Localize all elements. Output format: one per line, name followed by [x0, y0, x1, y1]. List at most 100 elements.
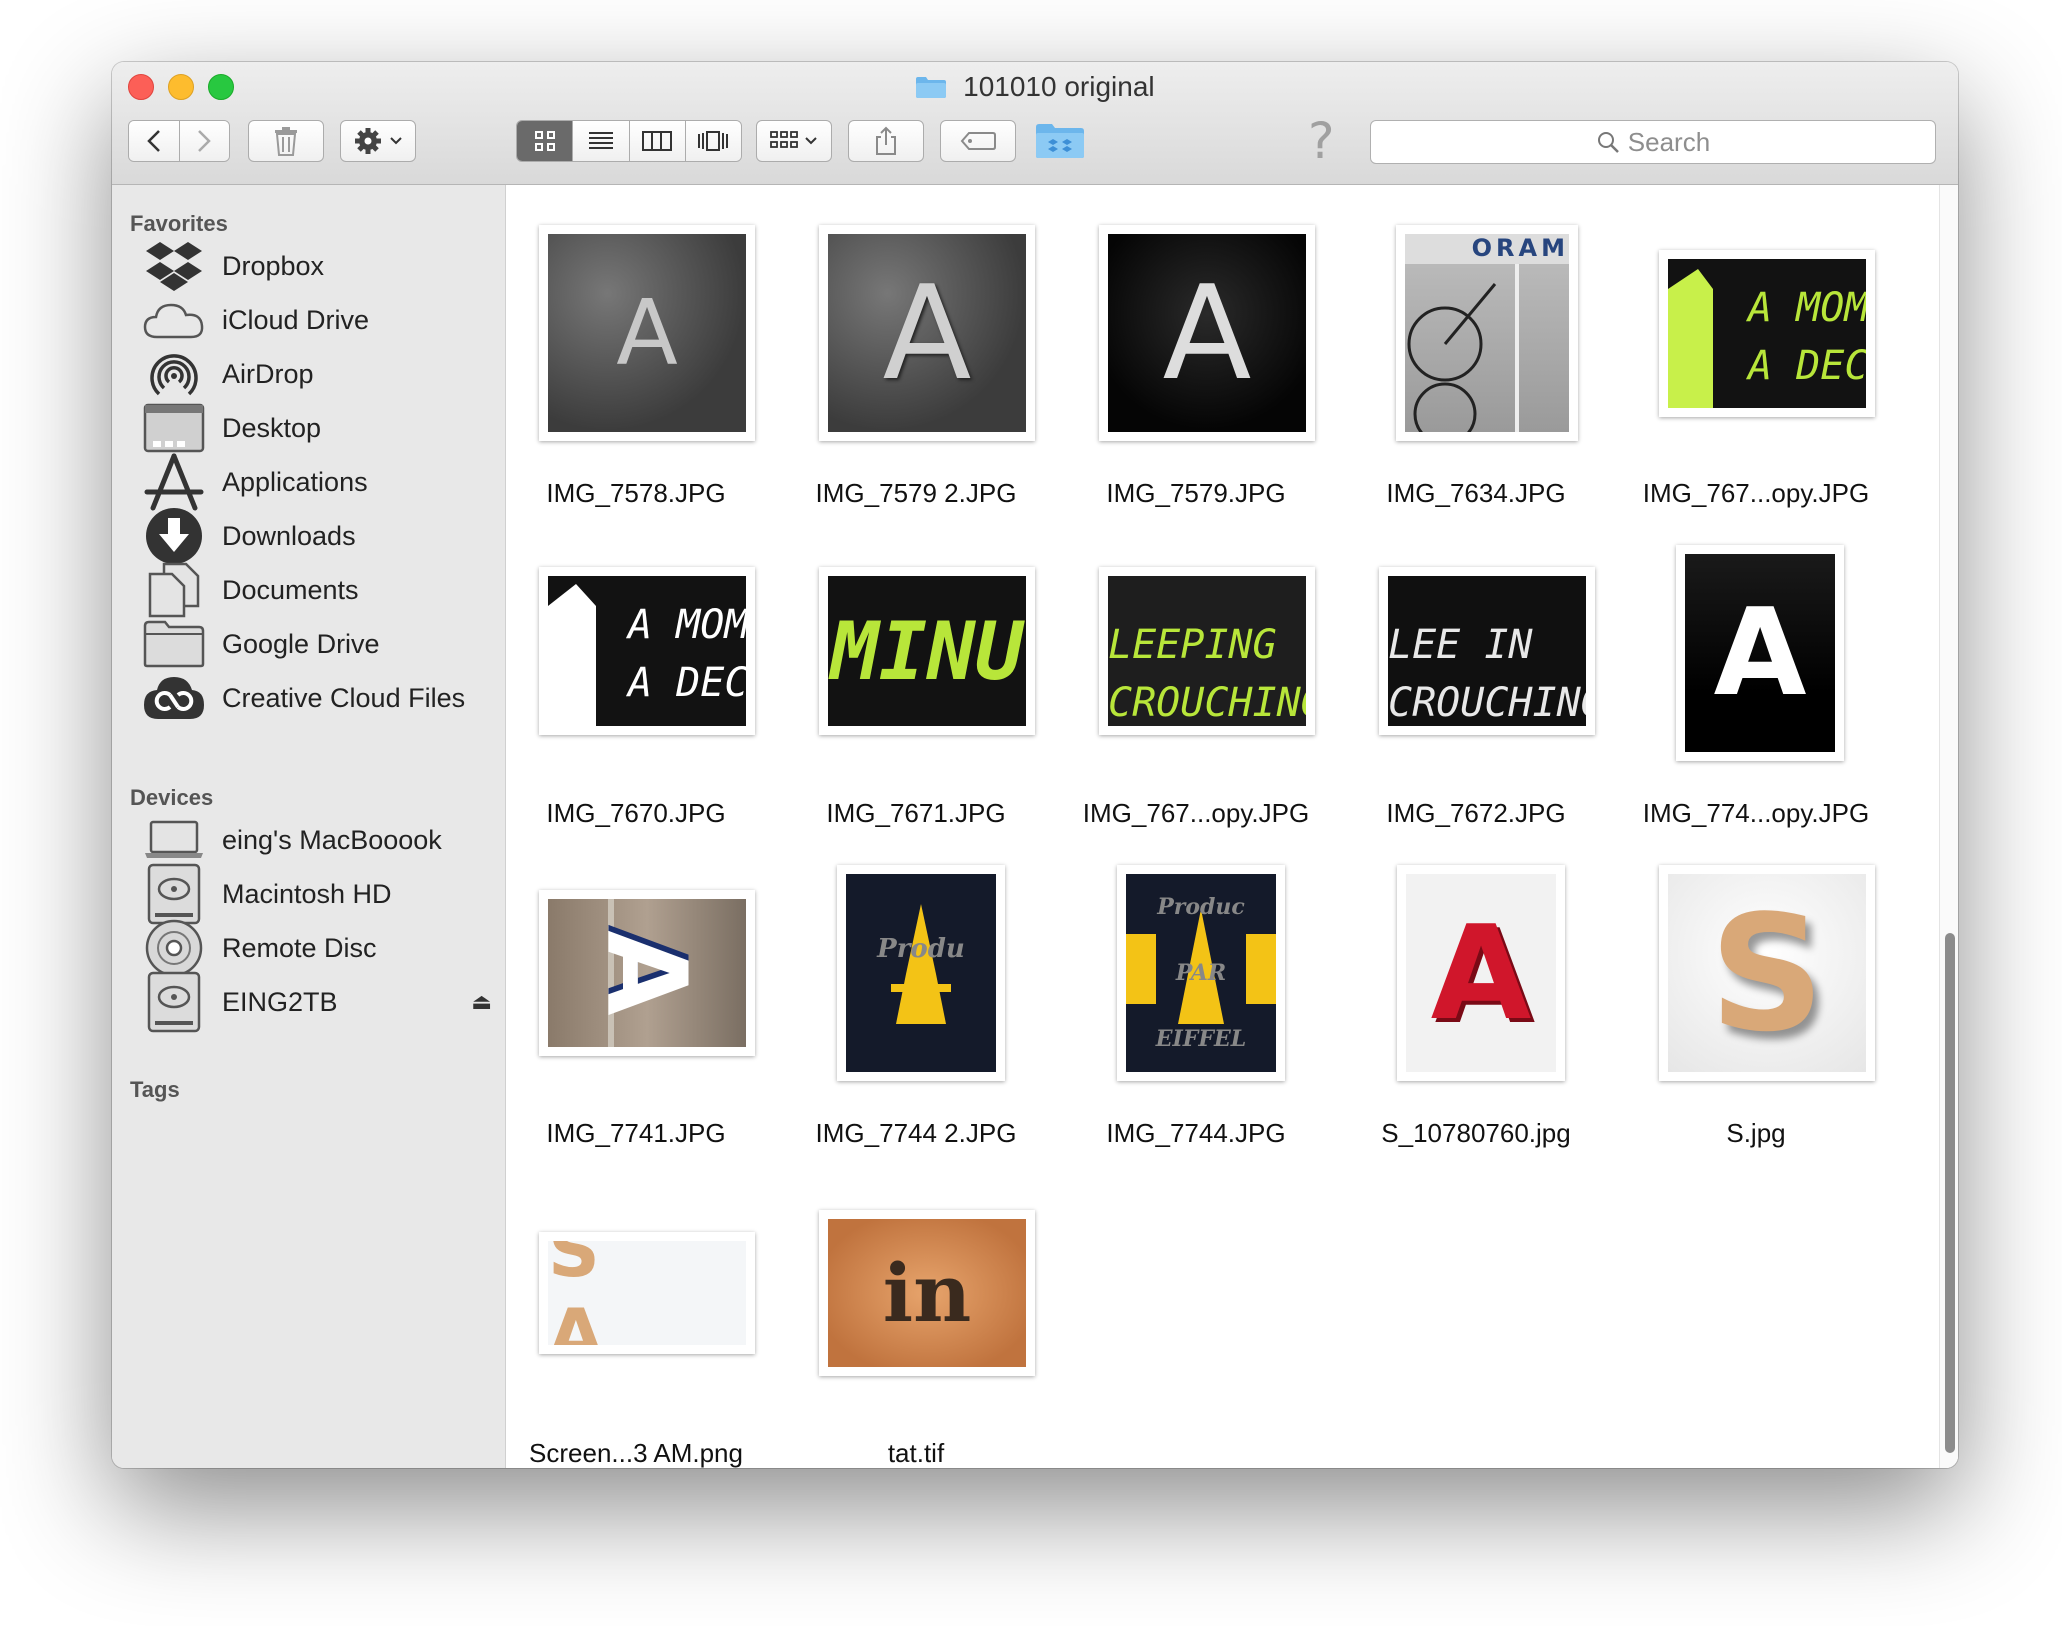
file-name[interactable]: IMG_774...opy.JPG — [1626, 798, 1886, 829]
file-thumbnail[interactable]: LEE IN CROUCHING — [1379, 567, 1595, 735]
scrollbar-thumb[interactable] — [1945, 933, 1955, 1453]
search-field[interactable]: Search — [1370, 120, 1936, 164]
file-item[interactable]: A IMG_7579 2.JPG — [786, 225, 1046, 525]
file-thumbnail[interactable]: A — [1397, 865, 1565, 1081]
file-name[interactable]: IMG_7579.JPG — [1066, 478, 1326, 509]
file-grid: A IMG_7578.JPG A IMG_7579 2.JPG A IMG_75… — [506, 185, 1958, 1468]
file-item[interactable]: S S.jpg — [1626, 865, 1886, 1165]
thumbnail-image: A — [1406, 874, 1556, 1072]
sidebar-item-macintosh-hd[interactable]: Macintosh HD — [142, 863, 492, 925]
sidebar-item-macbook[interactable]: eing's MacBooook — [142, 809, 492, 871]
file-thumbnail[interactable]: LEEPING CROUCHING — [1099, 567, 1315, 735]
vertical-scrollbar[interactable] — [1939, 185, 1958, 1468]
file-thumbnail[interactable]: A MOM A DEC — [539, 567, 755, 735]
file-item[interactable]: S A Screen...3 AM.png — [506, 1185, 766, 1468]
file-thumbnail[interactable]: MINU — [819, 567, 1035, 735]
file-name[interactable]: S_10780760.jpg — [1346, 1118, 1606, 1149]
sidebar-item-airdrop[interactable]: AirDrop — [142, 343, 492, 405]
file-thumbnail[interactable]: Produ EIFFEL — [837, 865, 1005, 1081]
file-thumbnail[interactable]: A — [1099, 225, 1315, 441]
dropbox-icon — [1036, 124, 1084, 158]
file-thumbnail[interactable]: A MOM A DEC — [1659, 250, 1875, 417]
tag-icon — [960, 132, 996, 150]
file-item[interactable]: A IMG_7578.JPG — [506, 225, 766, 525]
folder-icon — [142, 613, 206, 675]
file-thumbnail[interactable]: A — [1676, 545, 1844, 761]
gear-icon — [355, 128, 381, 154]
file-name[interactable]: tat.tif — [786, 1438, 1046, 1468]
file-thumbnail[interactable]: A — [539, 890, 755, 1056]
sidebar-item-label: Applications — [222, 466, 368, 497]
file-thumbnail[interactable]: S — [1659, 865, 1875, 1081]
share-button[interactable] — [848, 120, 924, 162]
sidebar-item-desktop[interactable]: Desktop — [142, 397, 492, 459]
sidebar-item-documents[interactable]: Documents — [142, 559, 492, 621]
eject-icon[interactable]: ⏏ — [471, 989, 492, 1015]
file-name[interactable]: IMG_7741.JPG — [506, 1118, 766, 1149]
file-name[interactable]: IMG_7744.JPG — [1066, 1118, 1326, 1149]
sidebar-item-label: AirDrop — [222, 358, 314, 389]
file-item[interactable]: A IMG_7579.JPG — [1066, 225, 1326, 525]
forward-button[interactable] — [179, 121, 229, 161]
sidebar-item-label: Downloads — [222, 520, 356, 551]
tag-button[interactable] — [940, 120, 1016, 162]
file-item[interactable]: Produ EIFFEL IMG_7744 2.JPG — [786, 865, 1046, 1165]
column-view-button[interactable] — [629, 121, 686, 161]
sidebar-item-remote-disc[interactable]: Remote Disc — [142, 917, 492, 979]
file-name[interactable]: IMG_7670.JPG — [506, 798, 766, 829]
file-name[interactable]: S.jpg — [1626, 1118, 1886, 1149]
file-name[interactable]: IMG_7634.JPG — [1346, 478, 1606, 509]
file-name[interactable]: IMG_7672.JPG — [1346, 798, 1606, 829]
file-name[interactable]: IMG_767...opy.JPG — [1626, 478, 1886, 509]
share-icon — [876, 126, 896, 155]
laptop-icon — [142, 809, 206, 871]
sidebar-item-label: Documents — [222, 574, 359, 605]
back-button[interactable] — [129, 121, 180, 161]
file-name[interactable]: IMG_7579 2.JPG — [786, 478, 1046, 509]
sidebar-item-label: Remote Disc — [222, 932, 377, 963]
arrange-button[interactable] — [756, 120, 832, 162]
file-item[interactable]: LEE IN CROUCHING IMG_7672.JPG — [1346, 545, 1606, 845]
dropbox-toolbar-button[interactable] — [1032, 120, 1088, 162]
file-name[interactable]: Screen...3 AM.png — [506, 1438, 766, 1468]
file-thumbnail[interactable]: S A — [539, 1232, 755, 1354]
file-name[interactable]: IMG_7578.JPG — [506, 478, 766, 509]
sidebar-item-applications[interactable]: Applications — [142, 451, 492, 513]
file-item[interactable]: A IMG_7741.JPG — [506, 865, 766, 1165]
sidebar-item-creative-cloud[interactable]: Creative Cloud Files — [142, 667, 492, 729]
help-icon[interactable]: ? — [1308, 112, 1335, 170]
file-thumbnail[interactable]: A — [539, 225, 755, 441]
file-name[interactable]: IMG_7671.JPG — [786, 798, 1046, 829]
action-menu-button[interactable] — [340, 120, 416, 162]
file-item[interactable]: A MOM A DEC IMG_7670.JPG — [506, 545, 766, 845]
file-item[interactable]: A S_10780760.jpg — [1346, 865, 1606, 1165]
file-item[interactable]: A IMG_774...opy.JPG — [1626, 545, 1886, 845]
view-mode-control — [516, 120, 742, 162]
file-name[interactable]: IMG_767...opy.JPG — [1066, 798, 1326, 829]
file-item[interactable]: LEEPING CROUCHING IMG_767...opy.JPG — [1066, 545, 1326, 845]
file-thumbnail[interactable]: ORAM — [1396, 225, 1578, 441]
file-item[interactable]: MINU IMG_7671.JPG — [786, 545, 1046, 845]
trash-button[interactable] — [248, 120, 324, 162]
thumbnail-image: S — [1668, 874, 1866, 1072]
file-item[interactable]: in tat.tif — [786, 1185, 1046, 1468]
cover-flow-button[interactable] — [685, 121, 741, 161]
sidebar-item-label: Macintosh HD — [222, 878, 392, 909]
file-item[interactable]: Produc PAR EIFFEL IMG_7744.JPG — [1066, 865, 1326, 1165]
sidebar-item-dropbox[interactable]: Dropbox — [142, 235, 492, 297]
column-view-icon — [642, 131, 673, 151]
hard-drive-icon — [142, 971, 206, 1033]
icon-view-button[interactable] — [517, 121, 574, 161]
file-name[interactable]: IMG_7744 2.JPG — [786, 1118, 1046, 1149]
sidebar-item-eing2tb[interactable]: EING2TB ⏏ — [142, 971, 492, 1033]
file-thumbnail[interactable]: A — [819, 225, 1035, 441]
file-item[interactable]: ORAM IMG_7634.JPG — [1346, 225, 1606, 525]
file-item[interactable]: A MOM A DEC IMG_767...opy.JPG — [1626, 225, 1886, 525]
sidebar-item-google-drive[interactable]: Google Drive — [142, 613, 492, 675]
sidebar-item-icloud-drive[interactable]: iCloud Drive — [142, 289, 492, 351]
thumbnail-image: A MOM A DEC — [548, 576, 746, 726]
file-thumbnail[interactable]: in — [819, 1210, 1035, 1376]
list-view-button[interactable] — [573, 121, 630, 161]
file-thumbnail[interactable]: Produc PAR EIFFEL — [1117, 865, 1285, 1081]
sidebar-item-downloads[interactable]: Downloads — [142, 505, 492, 567]
